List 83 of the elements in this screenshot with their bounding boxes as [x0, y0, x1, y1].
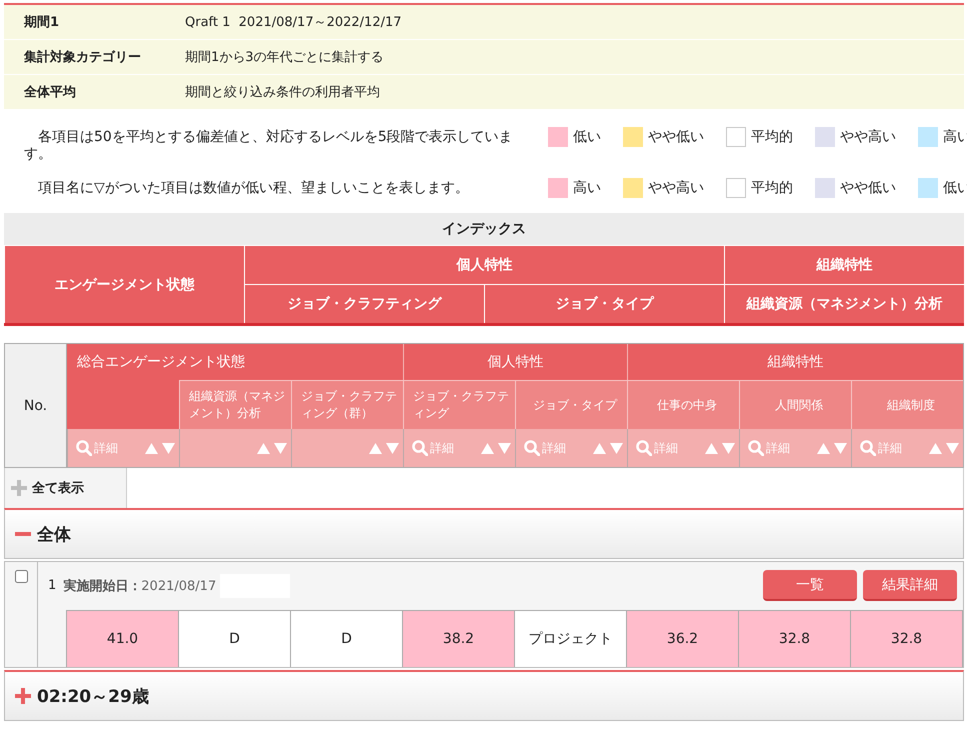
table-cell: 32.8	[851, 611, 963, 667]
index-subheader: 組織資源（マネジメント）分析	[724, 284, 964, 323]
sort-up-icon[interactable]	[145, 442, 158, 454]
legend-label: 平均的	[751, 128, 793, 146]
index-subheader: ジョブ・クラフティング	[244, 284, 484, 323]
sort-up-icon[interactable]	[705, 442, 718, 454]
index-header: 個人特性	[244, 245, 724, 284]
row-number: 1	[48, 578, 56, 593]
info-value: 期間1から3の年代ごとに集計する	[185, 49, 384, 66]
legend-label: 高い	[573, 179, 601, 197]
legend-label: やや低い	[648, 128, 704, 146]
start-date-text: 実施開始日：2021/08/17	[63, 578, 216, 594]
legend-label: やや高い	[840, 128, 896, 146]
column-header: 仕事の中身	[627, 380, 739, 429]
column-header: ジョブ・クラフティング	[403, 380, 515, 429]
column-header: ジョブ・クラフティング（群）	[291, 380, 403, 429]
index-header: エンゲージメント状態	[4, 245, 244, 323]
info-label: 期間1	[23, 14, 60, 31]
index-subheader: ジョブ・タイプ	[484, 284, 724, 323]
column-header: ジョブ・タイプ	[515, 380, 627, 429]
table-cell: 41.0	[67, 611, 179, 667]
info-label: 全体平均	[23, 84, 77, 101]
search-icon	[76, 440, 92, 456]
sort-up-icon[interactable]	[257, 442, 270, 454]
sort-down-icon[interactable]	[162, 442, 175, 454]
table-cell: 36.2	[627, 611, 739, 667]
legend-label: 高い	[943, 128, 967, 146]
table-cell: D	[179, 611, 291, 667]
table-cell: プロジェクト	[515, 611, 627, 667]
sort-down-icon[interactable]	[274, 442, 287, 454]
group-header: 個人特性	[403, 344, 627, 380]
index-header: 組織特性	[724, 245, 964, 284]
plus-icon[interactable]	[11, 480, 27, 496]
column-header: 組織資源（マネジメント）分析	[179, 380, 291, 429]
sort-down-icon[interactable]	[722, 442, 735, 454]
detail-button[interactable]: 詳細	[636, 440, 678, 456]
detail-button[interactable]: 詳細	[412, 440, 454, 456]
legend-label: やや低い	[840, 179, 896, 197]
table-cell: D	[291, 611, 403, 667]
detail-button[interactable]: 詳細	[76, 440, 118, 456]
search-icon	[412, 440, 428, 456]
search-icon	[524, 440, 540, 456]
info-value: 期間と絞り込み条件の利用者平均	[185, 84, 380, 101]
column-header: 組織制度	[851, 380, 963, 429]
group-header: 組織特性	[627, 344, 963, 380]
sort-up-icon[interactable]	[817, 442, 830, 454]
group-title: 02:20～29歳	[37, 686, 149, 708]
legend-label: 低い	[573, 128, 601, 146]
legend-text: 各項目は50を平均とする偏差値と、対応するレベルを5段階で表示しています。	[24, 129, 514, 163]
sort-up-icon[interactable]	[929, 442, 942, 454]
legend-label: やや高い	[648, 179, 704, 197]
sort-down-icon[interactable]	[386, 442, 399, 454]
group-header: 総合エンゲージメント状態	[67, 344, 403, 380]
sort-down-icon[interactable]	[946, 442, 959, 454]
legend-label: 低い	[943, 179, 967, 197]
index-title: インデックス	[4, 213, 964, 245]
sort-up-icon[interactable]	[481, 442, 494, 454]
show-all-button[interactable]: 全て表示	[5, 468, 127, 508]
sort-up-icon[interactable]	[369, 442, 382, 454]
detail-button[interactable]: 詳細	[748, 440, 790, 456]
minus-icon[interactable]	[15, 532, 31, 536]
column-header: No.	[5, 344, 67, 467]
group-title: 全体	[37, 524, 71, 546]
table-cell: 32.8	[739, 611, 851, 667]
detail-button[interactable]: 詳細	[524, 440, 566, 456]
sort-up-icon[interactable]	[593, 442, 606, 454]
legend-text: 項目名に▽がついた項目は数値が低い程、望ましいことを表します。	[37, 180, 470, 197]
search-icon	[860, 440, 876, 456]
legend-label: 平均的	[751, 179, 793, 197]
action-button[interactable]: 結果詳細	[863, 570, 957, 601]
plus-icon[interactable]	[15, 688, 31, 704]
detail-button[interactable]: 詳細	[860, 440, 902, 456]
row-checkbox[interactable]	[14, 570, 28, 583]
search-icon	[748, 440, 764, 456]
info-label: 集計対象カテゴリー	[22, 48, 142, 66]
search-icon	[636, 440, 652, 456]
column-header: 人間関係	[739, 380, 851, 429]
info-value: Qraft 1 2021/08/17～2022/12/17	[185, 14, 402, 31]
sort-down-icon[interactable]	[610, 442, 623, 454]
action-button[interactable]: 一覧	[763, 570, 857, 601]
sort-down-icon[interactable]	[498, 442, 511, 454]
table-cell: 38.2	[403, 611, 515, 667]
sort-down-icon[interactable]	[834, 442, 847, 454]
